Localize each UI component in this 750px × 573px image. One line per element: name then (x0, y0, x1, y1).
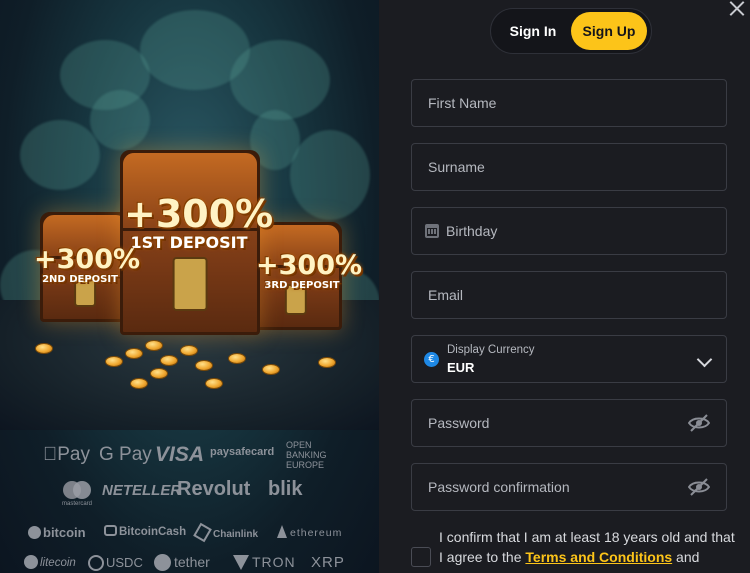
promo-panel: +300% 1ST DEPOSIT +300% 2ND DEPOSIT +300… (0, 0, 379, 573)
email-field[interactable]: Email (411, 271, 727, 319)
birthday-field[interactable]: Birthday (411, 207, 727, 255)
litecoin-logo: litecoin (24, 555, 76, 569)
visa-logo: VISA (155, 443, 205, 466)
ethereum-logo: ethereum (277, 525, 342, 539)
email-placeholder: Email (428, 287, 464, 303)
close-icon[interactable] (728, 0, 746, 18)
coin (205, 378, 223, 389)
bitcoincash-label: BitcoinCash (119, 526, 187, 538)
coin (160, 355, 178, 366)
terms-text-after: and (672, 549, 700, 565)
coin (195, 360, 213, 371)
password-placeholder: Password (428, 415, 490, 431)
coin (145, 340, 163, 351)
terms-text: I confirm that I am at least 18 years ol… (439, 527, 741, 567)
paysafecard-logo: paysafecard (210, 446, 275, 458)
password-field[interactable]: Password (411, 399, 727, 447)
coin (180, 345, 198, 356)
password-confirmation-placeholder: Password confirmation (428, 479, 570, 495)
bitcoincash-logo: BitcoinCash (104, 525, 186, 538)
tether-logo: tether (154, 554, 210, 571)
currency-label: Display Currency (447, 343, 535, 356)
terms-consent: I confirm that I am at least 18 years ol… (411, 527, 741, 567)
blik-logo: blik (268, 478, 303, 500)
coin (35, 343, 53, 354)
tab-sign-up[interactable]: Sign Up (571, 12, 647, 50)
coin (262, 364, 280, 375)
tron-label: TRON (252, 554, 296, 570)
first-name-field[interactable]: First Name (411, 79, 727, 127)
open-banking-logo: OPEN BANKING EUROPE (286, 440, 327, 470)
ethereum-label: ethereum (290, 527, 343, 539)
signup-modal: +300% 1ST DEPOSIT +300% 2ND DEPOSIT +300… (0, 0, 750, 573)
revolut-logo: Revolut (177, 478, 251, 500)
bonus-1st: +300% 1ST DEPOSIT (124, 192, 274, 252)
xrp-logo: XRP (311, 554, 345, 571)
coin (105, 356, 123, 367)
bonus-label: 1ST DEPOSIT (130, 233, 248, 252)
mastercard-label: mastercard (62, 501, 93, 507)
smoke-decoration (230, 40, 330, 120)
bonus-percent: +300% (256, 250, 363, 281)
google-pay-logo: G Pay (99, 444, 152, 465)
surname-placeholder: Surname (428, 159, 485, 175)
coin (150, 368, 168, 379)
bonus-3rd: +300% 3RD DEPOSIT (256, 250, 363, 291)
euro-coin-icon: € (424, 351, 439, 367)
chainlink-label: Chainlink (213, 529, 259, 540)
smoke-decoration (90, 90, 150, 150)
bitcoin-logo: bitcoin (28, 525, 86, 540)
password-confirmation-field[interactable]: Password confirmation (411, 463, 727, 511)
currency-select[interactable]: € Display Currency EUR (411, 335, 727, 383)
tab-sign-in[interactable]: Sign In (495, 12, 571, 50)
signup-form-panel: Sign In Sign Up First Name Surname Birth… (379, 0, 750, 573)
eye-slash-icon[interactable] (688, 478, 710, 496)
currency-value: EUR (447, 359, 475, 375)
mastercard-logo (60, 480, 94, 502)
birthday-placeholder: Birthday (446, 223, 498, 239)
surname-field[interactable]: Surname (411, 143, 727, 191)
eye-slash-icon[interactable] (688, 414, 710, 432)
usdc-label: USDC (106, 555, 143, 570)
terms-link[interactable]: Terms and Conditions (525, 549, 672, 565)
first-name-placeholder: First Name (428, 95, 497, 111)
bonus-label: 3RD DEPOSIT (264, 280, 340, 291)
bonus-percent: +300% (124, 192, 274, 236)
chevron-down-icon (696, 351, 713, 368)
bonus-2nd: +300% 2ND DEPOSIT (34, 244, 141, 285)
tether-label: tether (174, 554, 210, 570)
usdc-logo: USDC (88, 555, 143, 571)
terms-checkbox[interactable] (411, 547, 431, 567)
coin (318, 357, 336, 368)
neteller-logo: NETELLER (102, 482, 182, 499)
coin (130, 378, 148, 389)
bitcoin-label: bitcoin (43, 525, 86, 540)
apple-pay-logo: Pay (43, 444, 90, 465)
bonus-percent: +300% (34, 244, 141, 275)
chainlink-logo: Chainlink (193, 522, 259, 543)
calendar-icon (425, 224, 439, 238)
coin (228, 353, 246, 364)
bonus-label: 2ND DEPOSIT (42, 274, 118, 285)
tron-logo: TRON (233, 554, 296, 570)
litecoin-label: litecoin (40, 557, 76, 569)
smoke-decoration (290, 130, 370, 220)
coin (125, 348, 143, 359)
auth-tabs: Sign In Sign Up (490, 8, 652, 54)
smoke-decoration (20, 120, 100, 190)
